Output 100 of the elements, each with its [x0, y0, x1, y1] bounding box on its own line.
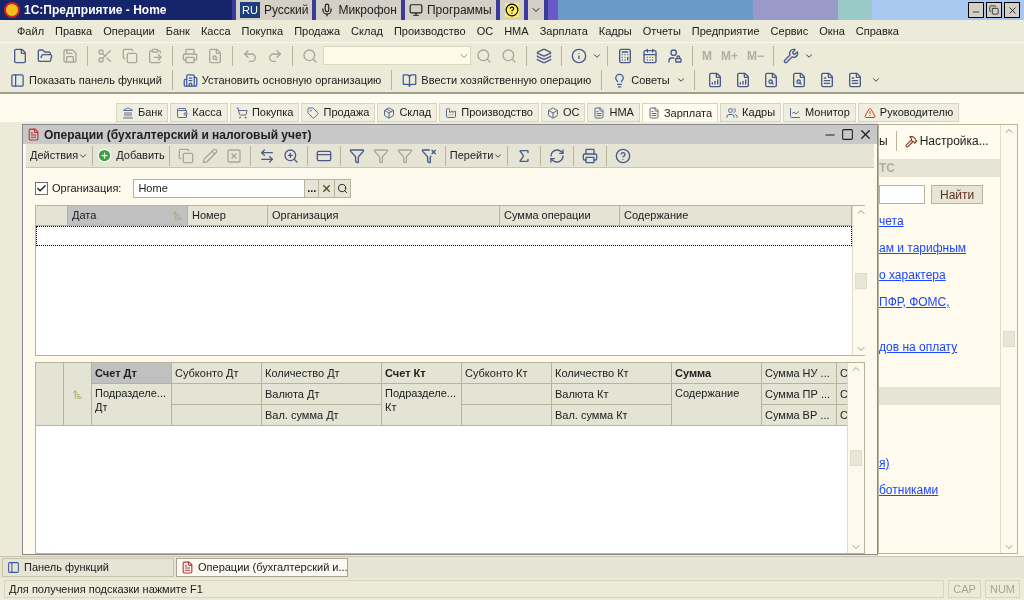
function-tab[interactable]: Касса [170, 103, 228, 122]
column-header[interactable]: Валюта Дт [262, 384, 382, 405]
menu-item[interactable]: Файл [17, 22, 45, 40]
search-icon[interactable] [282, 147, 299, 164]
report-icon[interactable] [846, 72, 863, 88]
report-icon[interactable] [762, 72, 779, 88]
choose-button[interactable]: ... [304, 180, 319, 197]
goto-menu[interactable]: Перейти [449, 147, 504, 164]
maximize-icon[interactable] [841, 128, 854, 141]
close-button[interactable] [1004, 2, 1020, 18]
menu-item[interactable]: Отчеты [642, 22, 681, 40]
function-tab[interactable]: Кадры [720, 103, 782, 122]
menu-item[interactable]: Окна [819, 22, 845, 40]
menu-item[interactable]: Продажа [294, 22, 341, 40]
panel-link[interactable]: дов на оплату [879, 338, 1000, 356]
new-file-icon[interactable] [12, 47, 28, 64]
settings-button[interactable]: Настройка... [904, 132, 989, 150]
language-button[interactable]: RU Русский [236, 0, 313, 20]
column-header[interactable]: Номер [188, 206, 268, 225]
toolbar-button[interactable]: Советы [610, 71, 672, 89]
menu-item[interactable]: Производство [393, 22, 466, 40]
toolbar-button[interactable]: Установить основную организацию [180, 71, 384, 89]
report-icon[interactable] [706, 72, 723, 88]
panel-link[interactable]: ботниками [879, 481, 1000, 499]
user-lock-icon[interactable] [667, 47, 683, 64]
panel-link[interactable]: ам и тарифным [879, 239, 1000, 257]
add-button[interactable]: Добавить [97, 147, 165, 164]
windows-icon[interactable] [536, 47, 552, 64]
window-tab[interactable]: Панель функций [2, 558, 174, 577]
menu-item[interactable]: Покупка [241, 22, 284, 40]
column-header[interactable]: Количество Дт [262, 363, 382, 384]
function-tab[interactable]: НМА [587, 103, 640, 122]
scroll-thumb[interactable] [855, 272, 867, 289]
menu-item[interactable]: НМА [504, 22, 529, 40]
menu-item[interactable]: Справка [855, 22, 899, 40]
panel-link[interactable]: я) [879, 454, 1000, 472]
calculator-icon[interactable] [617, 47, 633, 64]
toolbar-button[interactable]: Ввести хозяйственную операцию [400, 71, 594, 89]
menu-item[interactable]: Зарплата [539, 22, 588, 40]
function-tab[interactable]: ОС [541, 103, 586, 122]
column-header[interactable]: Подразделе... Кт [382, 384, 462, 426]
table-row[interactable] [36, 226, 852, 246]
column-header[interactable]: Валюта Кт [552, 384, 672, 405]
refresh-icon[interactable] [549, 147, 566, 164]
close-icon[interactable] [858, 127, 873, 142]
search-field[interactable] [879, 185, 925, 204]
organization-checkbox[interactable] [35, 182, 48, 195]
search-icon[interactable] [337, 183, 349, 194]
menu-item[interactable]: Банк [165, 22, 190, 40]
column-header[interactable]: Вал. сумма Кт [552, 405, 672, 426]
column-header[interactable]: Содержание [672, 384, 762, 426]
folder-icon[interactable] [37, 47, 53, 64]
column-header[interactable]: Сумма ВР ... [762, 405, 837, 426]
function-tab[interactable]: Руководителю [857, 103, 960, 122]
panel-link[interactable]: о характера [879, 266, 1000, 284]
toolbar-button[interactable]: Показать панель функций [8, 71, 164, 89]
function-tab[interactable]: Производство [439, 103, 539, 122]
taskbar-button[interactable]: Микрофон [316, 0, 401, 20]
scrollbar[interactable] [852, 206, 869, 355]
menu-item[interactable]: Склад [351, 22, 383, 40]
column-header[interactable]: Количество Кт [552, 363, 672, 384]
column-header[interactable]: Сумма НУ ... [762, 363, 837, 384]
report-icon[interactable] [818, 72, 835, 88]
menu-item[interactable]: Правка [55, 22, 93, 40]
column-header[interactable]: Субконто Дт [172, 363, 262, 384]
function-tab[interactable]: Покупка [229, 103, 300, 122]
info-icon[interactable] [571, 47, 587, 64]
window-tab[interactable]: Операции (бухгалтерский и... [176, 558, 348, 577]
column-header[interactable]: Дата [68, 206, 188, 225]
column-header[interactable]: Организация [268, 206, 500, 225]
calendar-icon[interactable] [642, 47, 658, 64]
restore-button[interactable] [986, 2, 1002, 18]
scroll-thumb[interactable] [850, 450, 862, 466]
caret-icon[interactable] [870, 75, 881, 85]
panel-link[interactable]: чета [879, 212, 1000, 230]
column-header[interactable]: Вал. сумма Дт [262, 405, 382, 426]
function-tab[interactable]: Монитор [783, 103, 856, 122]
wrench-icon[interactable] [783, 47, 800, 64]
help-icon[interactable] [504, 3, 519, 17]
function-tab[interactable]: Зарплата [641, 103, 719, 122]
panel-link[interactable]: ПФР, ФОМС, [879, 293, 1000, 311]
menu-item[interactable]: ОС [476, 22, 494, 40]
minimize-button[interactable] [968, 2, 984, 18]
column-header[interactable]: Счет Кт [382, 363, 462, 384]
column-header[interactable]: Сумма операции [500, 206, 620, 225]
organization-field[interactable]: Home ... [133, 179, 352, 198]
actions-menu[interactable]: Действия [30, 147, 89, 164]
filter-icon[interactable] [348, 147, 365, 164]
column-header[interactable]: Сумма [672, 363, 762, 384]
menu-item[interactable]: Кадры [598, 22, 632, 40]
arrows-icon[interactable] [258, 147, 275, 164]
clear-icon[interactable] [321, 183, 333, 194]
column-header[interactable]: Подразделе... Дт [92, 384, 172, 426]
menu-item[interactable]: Касса [200, 22, 231, 40]
scrollbar[interactable] [1000, 125, 1017, 553]
column-header[interactable]: Счет Дт [92, 363, 172, 384]
menu-item[interactable]: Предприятие [691, 22, 760, 40]
function-tab[interactable]: Склад [377, 103, 438, 122]
report-icon[interactable] [734, 72, 751, 88]
taskbar-button[interactable]: Программы [404, 0, 496, 20]
